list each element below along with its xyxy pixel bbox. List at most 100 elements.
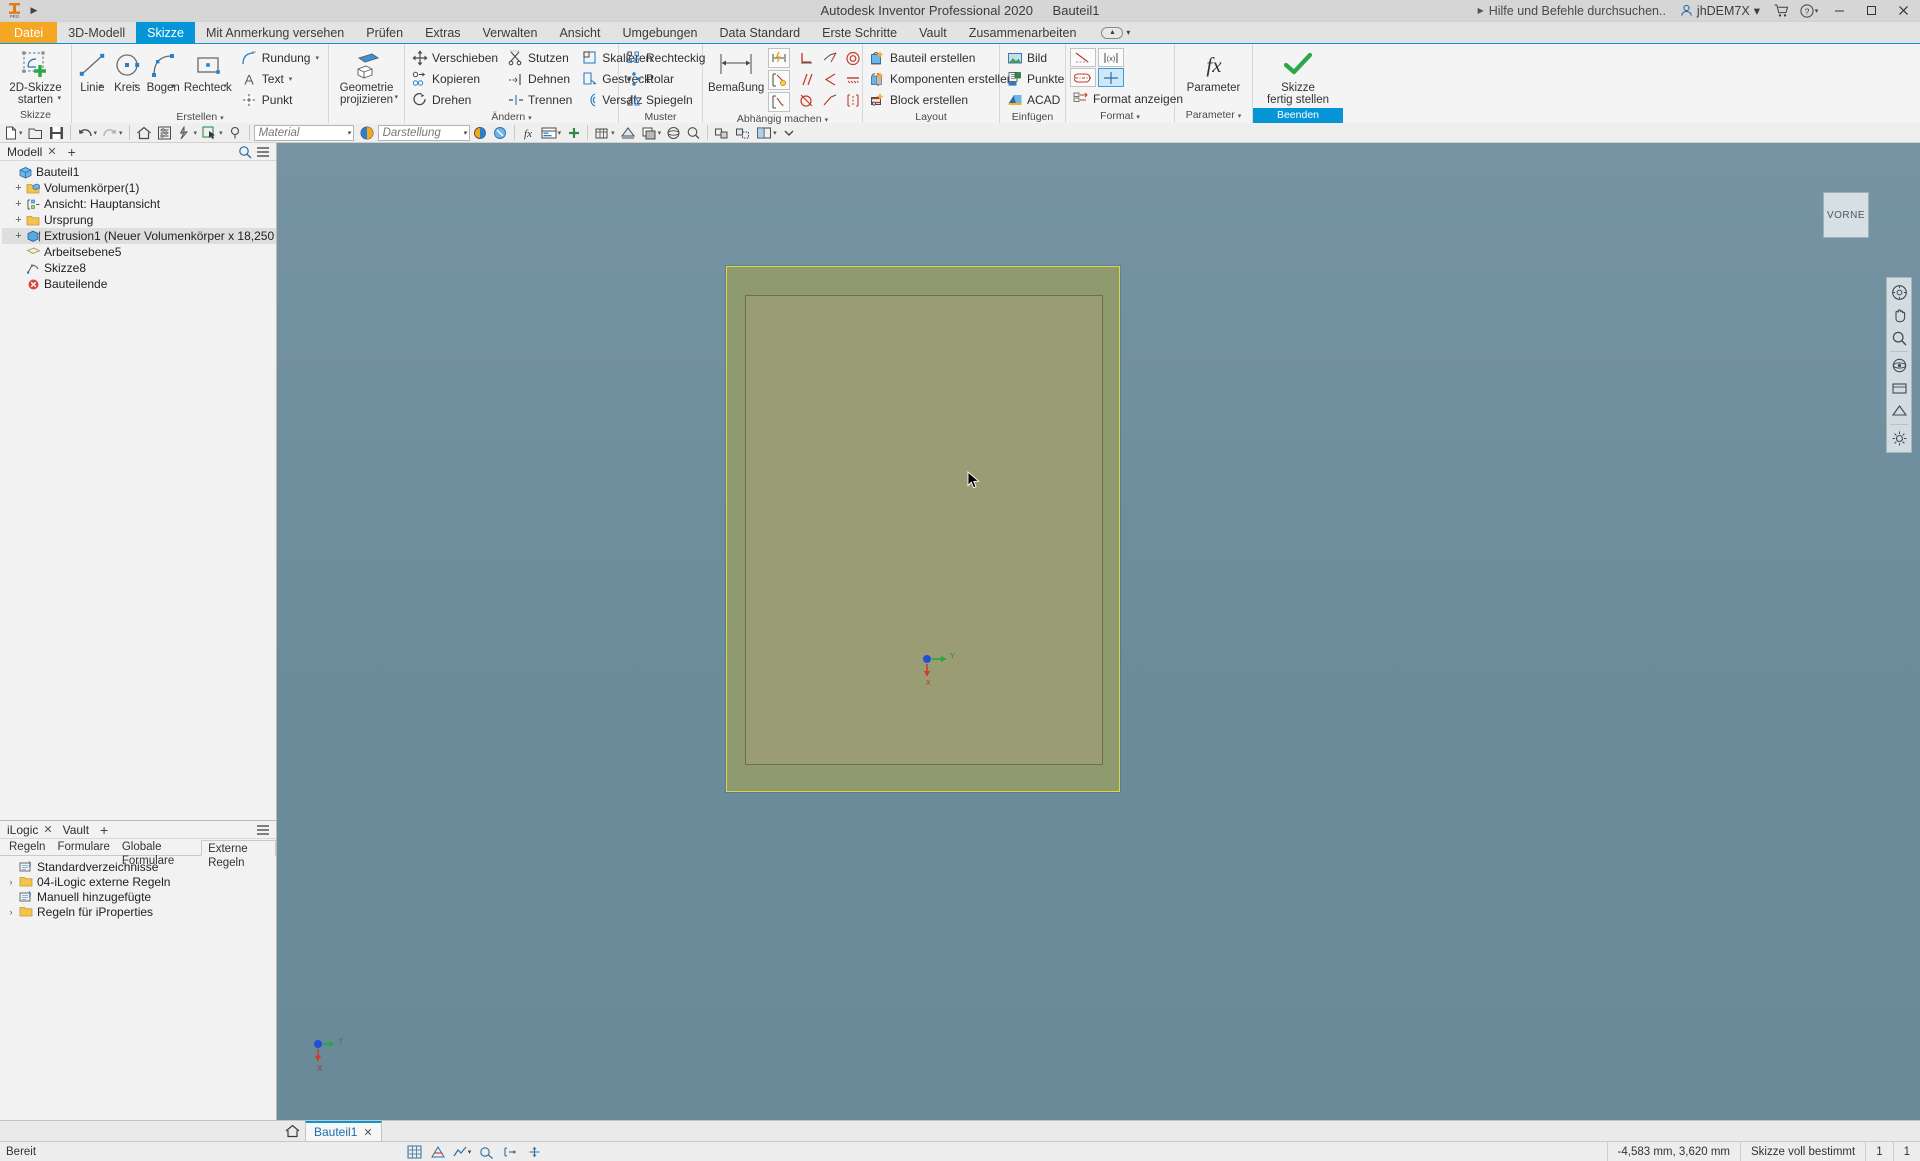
ilogic-expander-icon[interactable]: › <box>4 907 18 917</box>
show-constraints-button[interactable] <box>768 70 791 90</box>
project-geometry-button[interactable]: Geometrie projizieren ▾ <box>333 47 400 106</box>
display-style-button[interactable] <box>618 124 638 142</box>
tree-row[interactable]: + Volumenkörper(1) <box>2 180 276 196</box>
show-format-button[interactable]: Format anzeigen <box>1070 89 1188 109</box>
project-settings-button[interactable] <box>155 124 174 142</box>
centerline-button[interactable] <box>1070 68 1096 87</box>
ilogic-browser-button[interactable]: ▾ <box>539 124 564 142</box>
measure-button[interactable] <box>226 124 245 142</box>
circle-tool-dropdown-icon[interactable]: ▾ <box>134 81 138 93</box>
slice-graphics-icon[interactable] <box>428 1143 448 1160</box>
text-dropdown-icon[interactable]: ▾ <box>289 75 293 83</box>
ilogic-subtab-externe-regeln[interactable]: Externe Regeln <box>201 840 276 869</box>
ribbon-tab-pruefen[interactable]: Prüfen <box>355 22 414 43</box>
constraint-settings-button[interactable] <box>768 92 791 112</box>
parallel-constraint-button[interactable] <box>796 69 818 89</box>
fillet-dropdown-icon[interactable]: ▾ <box>315 54 319 62</box>
construction-geometry-button[interactable] <box>1070 48 1096 67</box>
appearance-swatch-icon[interactable] <box>358 124 377 142</box>
clear-appearance-button[interactable] <box>491 124 510 142</box>
ilogic-menu-icon[interactable] <box>256 823 270 837</box>
nav-wheel-icon[interactable] <box>1888 281 1910 303</box>
sketch-plane-outer[interactable]: Y X <box>726 266 1120 792</box>
graphics-window[interactable]: Y X Y X VORNE <box>277 143 1920 1120</box>
ilogic-tab-add-icon[interactable]: + <box>94 822 114 838</box>
cart-icon[interactable] <box>1768 1 1794 21</box>
view-cube-dropdown-icon[interactable]: ▾ <box>611 129 615 137</box>
ilogic-subtab-formulare[interactable]: Formulare <box>51 839 115 855</box>
perpendicular-constraint-button[interactable] <box>819 69 841 89</box>
select-mode-dropdown-icon[interactable]: ▾ <box>219 129 223 137</box>
analysis-icon[interactable]: ▾ <box>452 1143 472 1160</box>
create-block-button[interactable]: Block erstellen <box>867 90 1018 110</box>
home-view-button[interactable] <box>134 124 154 142</box>
browser-menu-icon[interactable] <box>256 145 270 159</box>
appearance-combo[interactable]: Darstellung ▾ <box>377 124 470 141</box>
rectangular-pattern-button[interactable]: Rechteckig <box>623 48 710 68</box>
parameter-button[interactable]: fx Parameter <box>1179 47 1248 94</box>
save-button[interactable] <box>47 124 66 142</box>
auto-dimension-button[interactable] <box>768 48 791 68</box>
ribbon-tab-extras[interactable]: Extras <box>414 22 471 43</box>
extend-tool-button[interactable]: Dehnen <box>505 69 577 89</box>
symmetric-constraint-button[interactable] <box>842 90 864 110</box>
line-tool-dropdown-icon[interactable]: ▾ <box>99 81 103 93</box>
smooth-constraint-button[interactable] <box>819 90 841 110</box>
ribbon-tab-zusammenarbeiten[interactable]: Zusammenarbeiten <box>958 22 1088 43</box>
panel-erstellen-expand-icon[interactable]: ▾ <box>220 115 224 122</box>
user-account-chip[interactable]: jhDEM7X ▾ <box>1674 3 1766 18</box>
tree-row[interactable]: Arbeitsebene5 <box>2 244 276 260</box>
ilogic-tab-vault[interactable]: Vault <box>58 821 94 839</box>
appearance-combo-chevron-icon[interactable]: ▾ <box>457 129 467 137</box>
ribbon-tab-erste-schritte[interactable]: Erste Schritte <box>811 22 908 43</box>
new-file-button[interactable]: ▾ <box>2 124 25 142</box>
ribbon-tab-vault[interactable]: Vault <box>908 22 958 43</box>
close-button[interactable] <box>1888 0 1918 22</box>
browser-search-icon[interactable] <box>238 145 252 159</box>
zoom-all-button[interactable] <box>684 124 703 142</box>
rotate-tool-button[interactable]: Drehen <box>409 90 503 110</box>
move-tool-button[interactable]: Verschieben <box>409 48 503 68</box>
copy-tool-button[interactable]: Kopieren <box>409 69 503 89</box>
tree-expander-icon[interactable]: + <box>12 214 25 226</box>
open-file-button[interactable] <box>26 124 46 142</box>
view-cube[interactable]: VORNE <box>1823 192 1869 238</box>
view-cube-toggle-button[interactable]: ▾ <box>592 124 617 142</box>
nav-view-face-icon[interactable] <box>1888 400 1910 422</box>
create-component-button[interactable]: Komponenten erstellen <box>867 69 1018 89</box>
new-file-dropdown-icon[interactable]: ▾ <box>19 129 23 137</box>
nav-look-at-icon[interactable] <box>1888 377 1910 399</box>
sketch-plane-inner[interactable] <box>745 295 1103 765</box>
ilogic-subtab-globale-formulare[interactable]: Globale Formulare <box>116 839 201 867</box>
adjust-appearance-button[interactable] <box>471 124 490 142</box>
ribbon-tab-data-standard[interactable]: Data Standard <box>709 22 812 43</box>
arc-tool-dropdown-icon[interactable]: ▾ <box>171 81 175 93</box>
select-mode-button[interactable]: ▾ <box>200 124 225 142</box>
tree-row[interactable]: + Ansicht: Hauptansicht <box>2 196 276 212</box>
shadow-style-dropdown-icon[interactable]: ▾ <box>658 129 662 137</box>
browser-tab-add-icon[interactable]: + <box>62 144 82 160</box>
redo-button[interactable]: ▾ <box>100 124 125 142</box>
shadow-style-button[interactable]: ▾ <box>639 124 664 142</box>
tree-expander-icon[interactable]: + <box>12 182 25 194</box>
tangent-constraint-button[interactable] <box>796 90 818 110</box>
insert-acad-button[interactable]: ACAD <box>1004 90 1069 110</box>
ribbon-tab-3d-modell[interactable]: 3D-Modell <box>57 22 136 43</box>
panel-aendern-expand-icon[interactable]: ▾ <box>528 115 532 122</box>
trim-tool-button[interactable]: Stutzen <box>505 48 577 68</box>
ilogic-browser-dropdown-icon[interactable]: ▾ <box>558 129 562 137</box>
redo-dropdown-icon[interactable]: ▾ <box>119 129 123 137</box>
driven-dimension-button[interactable]: (x) <box>1098 48 1124 67</box>
insert-points-button[interactable]: Punkte <box>1004 69 1069 89</box>
nav-pan-hand-icon[interactable] <box>1888 304 1910 326</box>
ilogic-rule-row[interactable]: Standardverzeichnisse <box>2 859 276 874</box>
insert-image-button[interactable]: Bild <box>1004 48 1069 68</box>
dimension-display-icon[interactable] <box>476 1143 496 1160</box>
canvas-background[interactable]: Y X Y X VORNE <box>277 143 1920 1120</box>
mirror-button[interactable]: Spiegeln <box>623 90 710 110</box>
update-button[interactable]: ▾ <box>175 124 200 142</box>
dimension-button[interactable]: Bemaßung <box>707 47 765 94</box>
circle-tool-button[interactable]: Kreis ▾ <box>111 47 144 94</box>
panel-format-expand-icon[interactable]: ▾ <box>1136 114 1140 121</box>
rectangle-tool-button[interactable]: Rechteck ▾ <box>183 47 233 94</box>
